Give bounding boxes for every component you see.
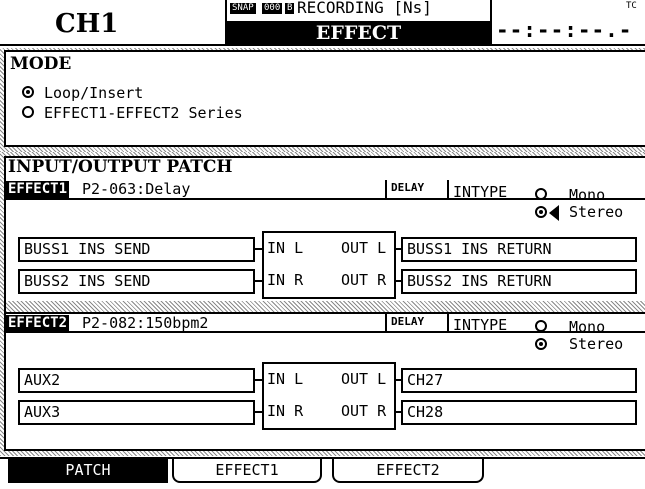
effect1-type-label: DELAY (391, 181, 425, 194)
effect2-stereo-label: Stereo (569, 335, 624, 353)
effect1-in-l-source[interactable]: BUSS1 INS SEND (18, 237, 255, 262)
effect2-in-r-source[interactable]: AUX3 (18, 400, 255, 425)
effect2-out-r-label: OUT R (341, 402, 387, 420)
effect2-name-badge: EFFECT2 (6, 315, 70, 332)
effect2-out-l-label: OUT L (341, 370, 387, 388)
effect1-out-r-dest[interactable]: BUSS2 INS RETURN (401, 269, 637, 294)
mode-panel: MODE Loop/Insert EFFECT1-EFFECT2 Series (4, 50, 645, 147)
screen-title: EFFECT (227, 21, 490, 46)
effect2-wire-in-r (255, 411, 262, 413)
effect2-type-label: DELAY (391, 315, 425, 328)
effect2-wire-in-l (255, 379, 262, 381)
radio-series[interactable] (22, 106, 34, 118)
effect2-intype-stereo-radio[interactable] (535, 338, 547, 350)
effect1-intype-stereo-radio[interactable] (535, 206, 547, 218)
effect2-in-l-label: IN L (267, 370, 304, 388)
effect2-in-l-source[interactable]: AUX2 (18, 368, 255, 393)
tab-effect1[interactable]: EFFECT1 (172, 459, 322, 483)
effect2-type-divider (447, 314, 449, 333)
mode-option-label: Loop/Insert (44, 84, 144, 102)
channel-label: CH1 (55, 9, 119, 39)
mode-option-series[interactable]: EFFECT1-EFFECT2 Series (22, 104, 342, 122)
snap-badge: SNAP (230, 3, 256, 14)
effect2-header-divider (385, 314, 387, 333)
radio-loop-insert[interactable] (22, 86, 34, 98)
effect1-intype-mono-radio[interactable] (535, 188, 547, 200)
counter-badge: 000 (262, 3, 283, 14)
effect2-out-l-dest[interactable]: CH27 (401, 368, 637, 393)
effect1-name-badge: EFFECT1 (6, 181, 70, 198)
header-bar: CH1 SNAP 000 B RECORDING [Ns] EFFECT TC … (0, 0, 645, 66)
effect1-header-divider (385, 180, 387, 200)
effect1-mono-label: Mono (569, 186, 606, 204)
effect2-mono-label: Mono (569, 318, 606, 336)
effect1-in-l-label: IN L (267, 239, 304, 257)
mode-option-label: EFFECT1-EFFECT2 Series (44, 104, 243, 122)
tc-label: TC (626, 1, 637, 11)
effect1-out-l-dest[interactable]: BUSS1 INS RETURN (401, 237, 637, 262)
effect1-type-divider (447, 180, 449, 200)
effect2-in-r-label: IN R (267, 402, 304, 420)
effect1-out-l-label: OUT L (341, 239, 387, 257)
mode-heading: MODE (10, 54, 72, 74)
cursor-arrow-icon (549, 205, 559, 221)
effect2-intype-label: INTYPE (453, 316, 508, 334)
effect1-out-r-label: OUT R (341, 271, 387, 289)
effect2-intype-mono-radio[interactable] (535, 320, 547, 332)
bank-badge: B (285, 3, 295, 14)
effect1-stereo-label: Stereo (569, 203, 624, 221)
effect-separator (6, 301, 645, 312)
tab-patch[interactable]: PATCH (8, 459, 168, 483)
mode-option-loop-insert[interactable]: Loop/Insert (22, 84, 242, 102)
effect1-preset[interactable]: P2-063:Delay (82, 180, 190, 198)
effect1-header-line (6, 198, 645, 200)
patch-heading: INPUT/OUTPUT PATCH (8, 157, 233, 177)
effect1-intype-label: INTYPE (453, 183, 508, 201)
tab-effect2[interactable]: EFFECT2 (332, 459, 484, 483)
status-line: RECORDING [Ns] (297, 0, 432, 17)
effect1-wire-in-l (255, 248, 262, 250)
effect-screen: CH1 SNAP 000 B RECORDING [Ns] EFFECT TC … (0, 0, 645, 489)
effect2-out-r-dest[interactable]: CH28 (401, 400, 637, 425)
effect1-in-r-label: IN R (267, 271, 304, 289)
header-divider-right (490, 0, 492, 46)
effect1-in-r-source[interactable]: BUSS2 INS SEND (18, 269, 255, 294)
effect1-wire-in-r (255, 280, 262, 282)
effect2-preset[interactable]: P2-082:150bpm2 (82, 314, 208, 332)
